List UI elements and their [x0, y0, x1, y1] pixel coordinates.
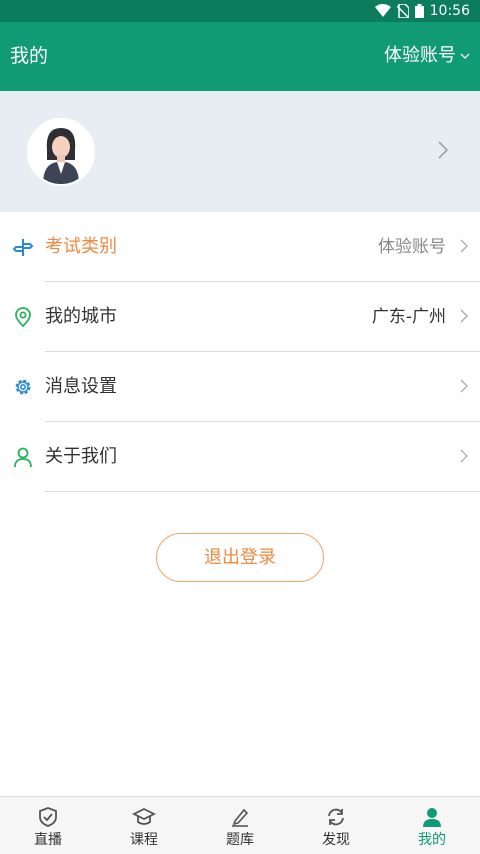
avatar[interactable]: [27, 118, 95, 186]
settings-menu: 考试类别 体验账号 我的城市 广东-广州 消息设置 关于我们: [0, 212, 480, 492]
tab-label: 题库: [226, 832, 254, 848]
chevron-right-icon: [438, 141, 448, 159]
shield-check-icon: [39, 807, 57, 827]
tab-discover[interactable]: 发现: [288, 797, 384, 854]
person-icon: [423, 808, 441, 827]
bottom-tab-bar: 直播 课程 题库 发现 我的: [0, 796, 480, 854]
divider: [45, 491, 480, 492]
battery-icon: [414, 4, 424, 18]
logout-button[interactable]: 退出登录: [156, 533, 324, 582]
menu-item-label: 考试类别: [45, 236, 117, 257]
tab-mine[interactable]: 我的: [384, 797, 480, 854]
chevron-right-icon: [460, 379, 468, 393]
person-outline-icon: [14, 447, 32, 468]
account-selector[interactable]: 体验账号: [384, 44, 470, 68]
tab-label: 我的: [418, 832, 446, 848]
menu-item-label: 我的城市: [45, 306, 117, 327]
menu-item-about-us[interactable]: 关于我们: [0, 422, 480, 492]
menu-item-value: 体验账号: [378, 237, 446, 257]
avatar-image: [29, 120, 93, 184]
menu-item-my-city[interactable]: 我的城市 广东-广州: [0, 282, 480, 352]
account-label: 体验账号: [384, 45, 456, 66]
page-title: 我的: [10, 45, 49, 67]
wifi-icon: [374, 4, 391, 17]
profile-header[interactable]: [0, 91, 480, 212]
menu-item-label: 消息设置: [45, 376, 117, 397]
chevron-down-icon: [460, 53, 470, 59]
refresh-icon: [328, 808, 344, 826]
app-bar: 我的 体验账号: [0, 22, 480, 91]
menu-item-value: 广东-广州: [371, 307, 446, 327]
tab-label: 课程: [130, 832, 158, 848]
pencil-icon: [232, 808, 249, 827]
tab-label: 直播: [34, 832, 62, 848]
menu-item-exam-category[interactable]: 考试类别 体验账号: [0, 212, 480, 282]
tab-live[interactable]: 直播: [0, 797, 96, 854]
chevron-right-icon: [460, 239, 468, 253]
clock: 10:56: [429, 3, 470, 19]
chevron-right-icon: [460, 309, 468, 323]
gear-icon: [15, 379, 31, 395]
graduation-cap-icon: [132, 807, 156, 825]
location-pin-icon: [15, 307, 31, 328]
tab-label: 发现: [322, 832, 350, 848]
signpost-icon: [12, 239, 34, 256]
no-sim-icon: [396, 4, 409, 18]
status-bar: 10:56: [0, 0, 480, 22]
chevron-right-icon: [460, 449, 468, 463]
tab-courses[interactable]: 课程: [96, 797, 192, 854]
menu-item-message-settings[interactable]: 消息设置: [0, 352, 480, 422]
menu-item-label: 关于我们: [45, 446, 117, 467]
tab-question-bank[interactable]: 题库: [192, 797, 288, 854]
